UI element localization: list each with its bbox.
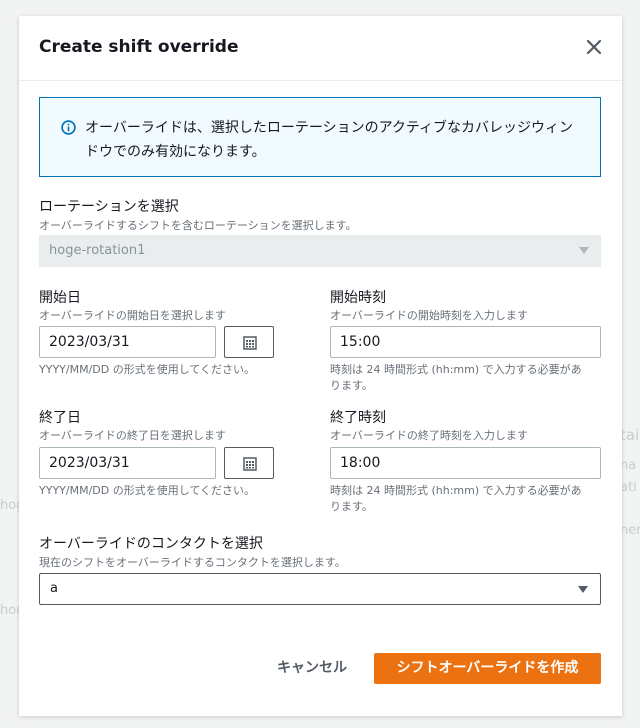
- cancel-button[interactable]: キャンセル: [262, 652, 362, 684]
- start-time-input[interactable]: 15:00: [330, 326, 601, 358]
- contact-select-value: a: [50, 581, 58, 596]
- end-date-value: 2023/03/31: [49, 455, 130, 471]
- info-alert: オーバーライドは、選択したローテーションのアクティブなカバレッジウィンドウでのみ…: [39, 97, 601, 177]
- caret-down-icon: [578, 586, 588, 593]
- background-fragment: ati: [620, 480, 637, 495]
- rotation-description: オーバーライドするシフトを含むローテーションを選択します。: [39, 219, 357, 232]
- close-icon: [586, 39, 602, 55]
- rotation-label: ローテーションを選択: [39, 199, 179, 215]
- start-time-constraint: 時刻は 24 時間形式 (hh:mm) で入力する必要があ: [330, 363, 582, 376]
- start-date-value: 2023/03/31: [49, 334, 130, 350]
- end-date-input[interactable]: 2023/03/31: [39, 447, 216, 479]
- calendar-icon: [243, 336, 257, 350]
- end-date-calendar-button[interactable]: [224, 447, 274, 479]
- contact-description: 現在のシフトをオーバーライドするコンタクトを選択します。: [39, 556, 346, 569]
- modal-header: Create shift override: [19, 16, 622, 81]
- start-time-label: 開始時刻: [330, 290, 386, 306]
- info-icon: [61, 120, 76, 135]
- background-fragment: ner: [620, 523, 640, 538]
- end-date-constraint: YYYY/MM/DD の形式を使用してください。: [39, 484, 256, 497]
- start-time-constraint-cont: ります。: [330, 379, 373, 392]
- create-shift-override-button[interactable]: シフトオーバーライドを作成: [374, 653, 601, 684]
- rotation-select-value: hoge-rotation1: [49, 243, 146, 258]
- contact-select[interactable]: a: [39, 573, 601, 605]
- end-time-constraint: 時刻は 24 時間形式 (hh:mm) で入力する必要があ: [330, 484, 582, 497]
- rotation-select: hoge-rotation1: [39, 235, 601, 267]
- background-fragment: tai: [620, 426, 640, 444]
- end-time-description: オーバーライドの終了時刻を入力します: [330, 429, 528, 442]
- start-time-description: オーバーライドの開始時刻を入力します: [330, 309, 528, 322]
- create-shift-override-modal: Create shift override オーバーライドは、選択したローテーシ…: [19, 16, 622, 716]
- start-date-description: オーバーライドの開始日を選択します: [39, 309, 226, 322]
- caret-down-icon: [579, 247, 589, 254]
- modal-title: Create shift override: [39, 37, 239, 57]
- end-date-label: 終了日: [39, 410, 81, 426]
- start-date-input[interactable]: 2023/03/31: [39, 326, 216, 358]
- end-time-value: 18:00: [340, 455, 381, 471]
- start-date-calendar-button[interactable]: [224, 326, 274, 358]
- calendar-icon: [243, 457, 257, 471]
- background-fragment: na: [620, 458, 637, 473]
- end-time-input[interactable]: 18:00: [330, 447, 601, 479]
- end-time-constraint-cont: ります。: [330, 500, 373, 513]
- start-time-value: 15:00: [340, 334, 381, 350]
- end-date-description: オーバーライドの終了日を選択します: [39, 429, 226, 442]
- start-date-constraint: YYYY/MM/DD の形式を使用してください。: [39, 363, 256, 376]
- info-text: オーバーライドは、選択したローテーションのアクティブなカバレッジウィンドウでのみ…: [85, 120, 574, 160]
- start-date-label: 開始日: [39, 290, 81, 306]
- contact-label: オーバーライドのコンタクトを選択: [39, 536, 263, 552]
- end-time-label: 終了時刻: [330, 410, 386, 426]
- close-button[interactable]: [580, 33, 608, 61]
